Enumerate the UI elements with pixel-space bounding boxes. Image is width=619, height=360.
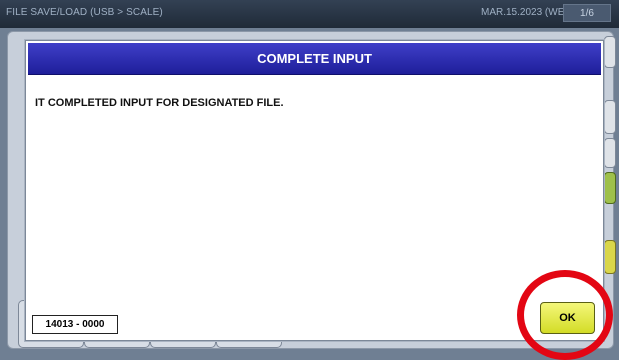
background-side-button-green <box>604 172 616 204</box>
page-indicator: 1/6 <box>563 4 611 22</box>
dialog-title: COMPLETE INPUT <box>28 43 601 75</box>
ok-button[interactable]: OK <box>540 302 595 334</box>
screen-title: FILE SAVE/LOAD (USB > SCALE) <box>6 7 163 18</box>
background-side-button <box>604 36 616 68</box>
background-side-button-yellow <box>604 240 616 274</box>
background-side-button <box>604 100 616 134</box>
complete-input-dialog: COMPLETE INPUT IT COMPLETED INPUT FOR DE… <box>25 40 604 341</box>
dialog-message: IT COMPLETED INPUT FOR DESIGNATED FILE. <box>35 97 284 109</box>
top-status-bar: FILE SAVE/LOAD (USB > SCALE) MAR.15.2023… <box>0 0 619 28</box>
message-code: 14013 - 0000 <box>32 315 118 334</box>
background-side-button <box>604 138 616 168</box>
